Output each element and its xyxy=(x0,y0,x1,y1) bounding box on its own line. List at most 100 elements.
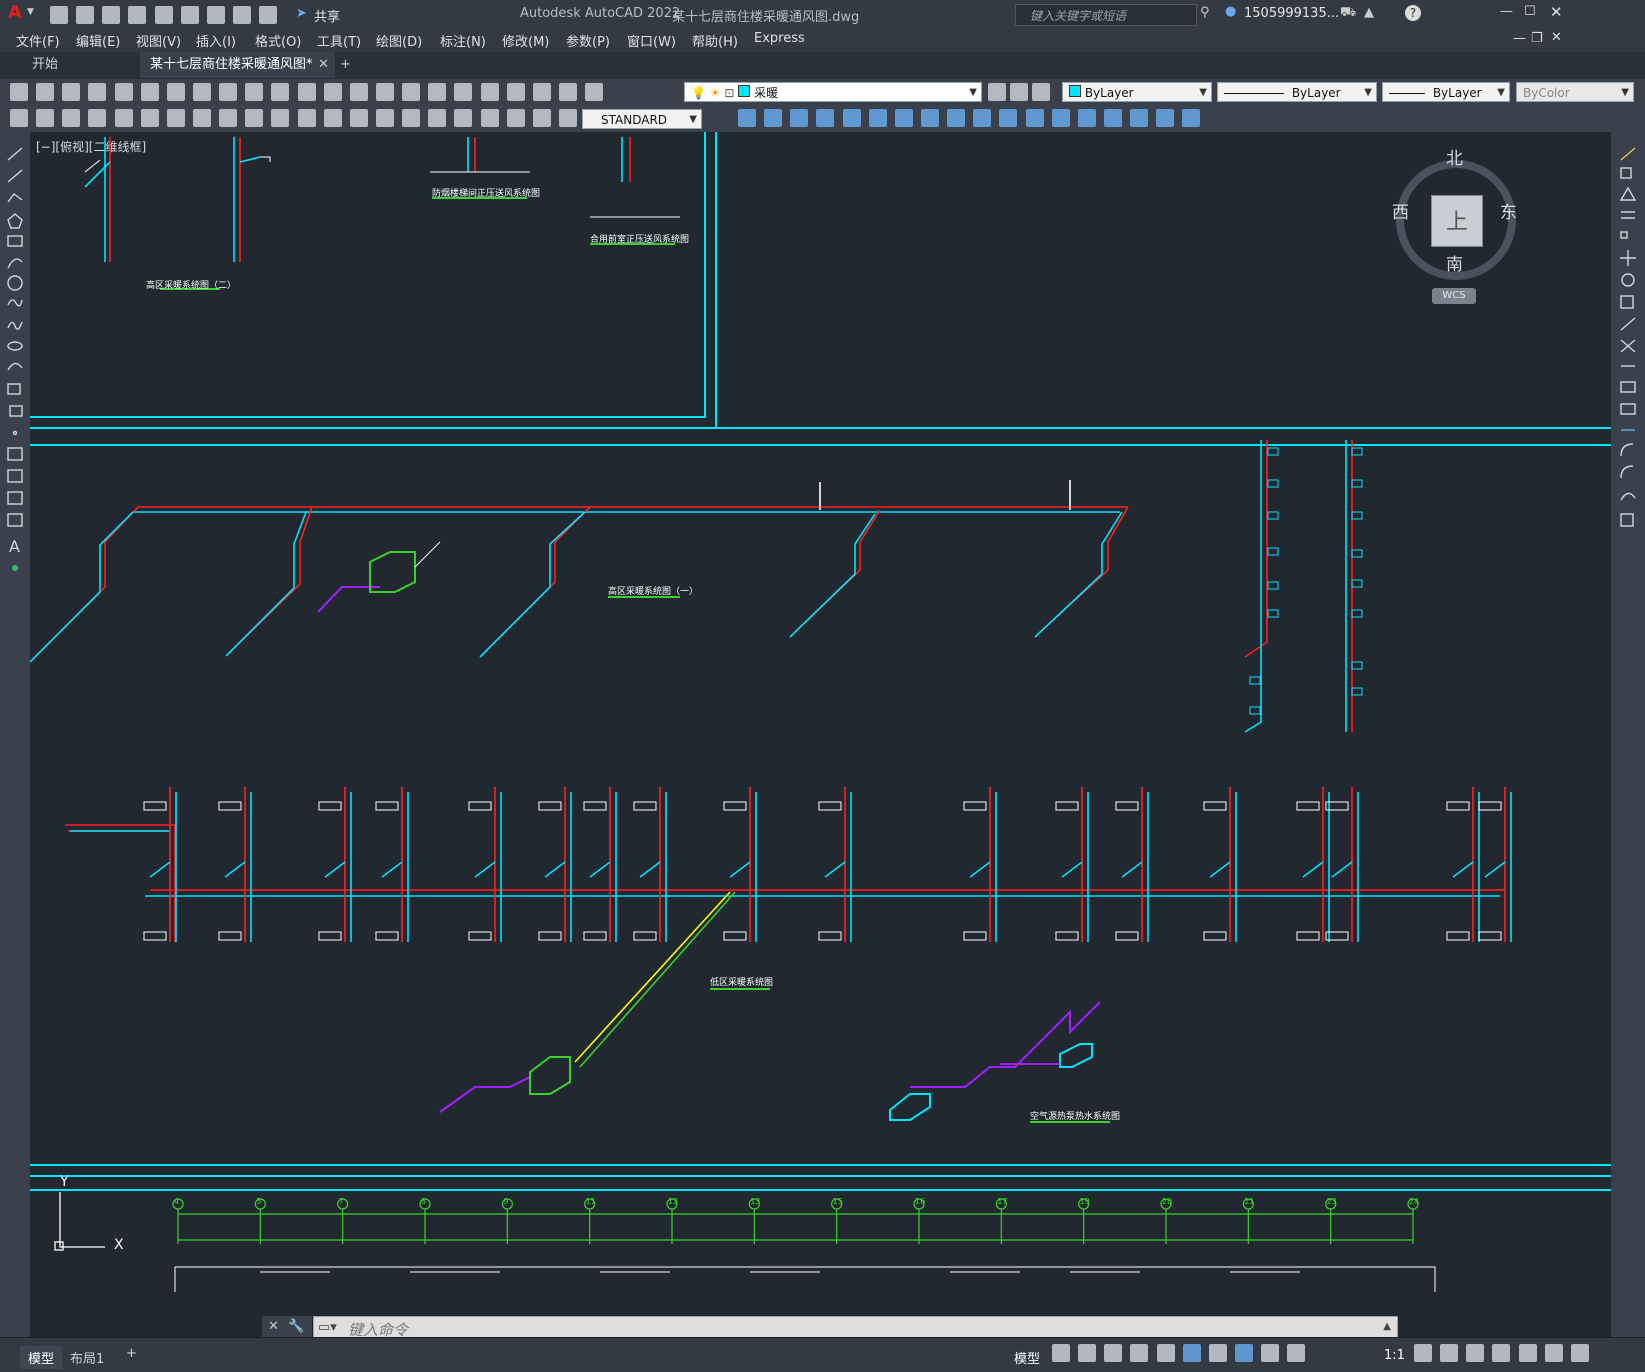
spline-icon[interactable] xyxy=(7,321,23,330)
chamfer-icon[interactable] xyxy=(1620,443,1634,457)
print-preview-icon[interactable] xyxy=(114,83,133,101)
new-icon[interactable] xyxy=(50,6,68,24)
new-tab-icon[interactable]: + xyxy=(330,52,361,78)
region-icon[interactable] xyxy=(7,491,23,505)
zoom-realtime-icon[interactable] xyxy=(349,83,368,101)
model-space-button[interactable]: 模型 xyxy=(1014,1348,1040,1367)
polygon-icon[interactable] xyxy=(7,213,23,229)
tab-drawing[interactable]: 某十七层商住楼采暖通风图* ✕ xyxy=(140,52,335,78)
hatch-icon[interactable] xyxy=(7,447,23,461)
save-as-icon[interactable] xyxy=(128,6,147,24)
extrude-icon[interactable] xyxy=(920,109,939,127)
break-icon[interactable] xyxy=(1620,403,1636,415)
zoom-previous-icon[interactable] xyxy=(402,83,421,101)
box-icon[interactable] xyxy=(738,109,756,127)
layer-walk-icon[interactable] xyxy=(62,109,81,127)
construction-line-icon[interactable] xyxy=(7,169,23,183)
layer-tool-icon[interactable] xyxy=(36,109,55,127)
command-icon[interactable]: ▭▾ xyxy=(318,1320,337,1335)
doc-minimize-icon[interactable]: — xyxy=(1513,31,1526,46)
minimize-icon[interactable]: — xyxy=(1500,4,1513,19)
compass-south[interactable]: 南 xyxy=(1446,250,1463,275)
annotation-scale-icon[interactable] xyxy=(1234,1344,1253,1362)
rotate-icon[interactable] xyxy=(1621,273,1635,287)
compass-east[interactable]: 东 xyxy=(1500,198,1517,223)
lock-icon[interactable]: ⊡ xyxy=(724,86,734,100)
table-icon[interactable] xyxy=(7,513,23,527)
close-command-icon[interactable]: ✕ xyxy=(268,1319,279,1334)
sweep-icon[interactable] xyxy=(999,109,1018,127)
circle-icon[interactable] xyxy=(7,275,23,291)
auto-scale-icon[interactable] xyxy=(1287,1344,1306,1362)
calculator-icon[interactable] xyxy=(532,83,551,101)
insert-block-icon[interactable] xyxy=(7,383,21,395)
layer-dropdown[interactable]: 💡 ☀ ⊡ 采暖 ▼ xyxy=(684,82,982,102)
chevron-down-icon[interactable]: ▼ xyxy=(969,83,977,103)
plotstyle-dropdown[interactable]: ByColor ▼ xyxy=(1516,82,1634,102)
open-file-icon[interactable] xyxy=(36,83,55,101)
explode-icon[interactable] xyxy=(1620,513,1634,527)
lineweight-dropdown[interactable]: ByLayer ▼ xyxy=(1382,82,1510,102)
autocad-logo[interactable]: A xyxy=(8,4,26,22)
isodraft-icon[interactable] xyxy=(1156,1344,1175,1362)
linetype-dropdown[interactable]: ByLayer ▼ xyxy=(1217,82,1377,102)
menu-draw[interactable]: 绘图(D) xyxy=(376,31,422,50)
move-icon[interactable] xyxy=(1620,250,1636,266)
layout1-tab[interactable]: 布局1 xyxy=(70,1348,104,1367)
ellipse-icon[interactable] xyxy=(7,341,23,351)
dim-edit-icon[interactable] xyxy=(532,109,551,127)
intersect-icon[interactable] xyxy=(1077,109,1096,127)
copy-object-icon[interactable] xyxy=(1620,167,1632,179)
wcs-button[interactable]: WCS xyxy=(1432,288,1476,304)
search-input[interactable]: 键入关键字或短语 xyxy=(1030,7,1126,24)
wedge-icon[interactable] xyxy=(764,109,783,127)
chevron-down-icon[interactable]: ▼ xyxy=(1497,83,1505,103)
cut-icon[interactable] xyxy=(166,83,185,101)
erase-icon[interactable] xyxy=(1620,147,1636,161)
plus-icon[interactable] xyxy=(1466,1344,1485,1362)
share-button[interactable]: 共享 xyxy=(314,6,340,25)
menu-tools[interactable]: 工具(T) xyxy=(317,31,361,50)
workspace-switch-icon[interactable] xyxy=(1440,1344,1459,1362)
user-icon[interactable]: ● xyxy=(1225,4,1236,19)
quick-dim-icon[interactable] xyxy=(297,109,316,127)
point-icon[interactable] xyxy=(12,430,18,436)
paste-icon[interactable] xyxy=(219,83,238,101)
3d-rotate-icon[interactable] xyxy=(1156,109,1175,127)
chevron-down-icon[interactable]: ▼ xyxy=(1199,83,1207,103)
menu-modify[interactable]: 修改(M) xyxy=(502,31,549,50)
help-icon[interactable]: ? xyxy=(1405,5,1421,21)
polar-icon[interactable] xyxy=(1130,1344,1149,1362)
properties-icon[interactable] xyxy=(428,83,447,101)
search-field[interactable]: 键入关键字或短语 xyxy=(1015,4,1197,26)
3d-align-icon[interactable] xyxy=(1182,109,1201,127)
subtract-icon[interactable] xyxy=(1051,109,1070,127)
baseline-dim-icon[interactable] xyxy=(323,109,342,127)
menu-format[interactable]: 格式(O) xyxy=(255,31,301,50)
torus-icon[interactable] xyxy=(868,109,887,127)
tab-close-icon[interactable]: ✕ xyxy=(318,52,329,78)
blend-icon[interactable] xyxy=(1620,492,1636,501)
loft-icon[interactable] xyxy=(973,109,992,127)
menu-express[interactable]: Express xyxy=(754,31,805,46)
user-name[interactable]: 1505999135... xyxy=(1244,6,1339,21)
menu-parametric[interactable]: 参数(P) xyxy=(566,31,610,50)
menu-window[interactable]: 窗口(W) xyxy=(627,31,676,50)
design-center-icon[interactable] xyxy=(454,83,473,101)
menu-file[interactable]: 文件(F) xyxy=(16,31,60,50)
fillet-icon[interactable] xyxy=(1620,465,1634,479)
isolate-objects-icon[interactable] xyxy=(1492,1344,1511,1362)
dim-space-icon[interactable] xyxy=(375,109,394,127)
layer-states-icon[interactable] xyxy=(1032,83,1050,101)
jogged-dim-icon[interactable] xyxy=(219,109,238,127)
pyramid-icon[interactable] xyxy=(894,109,913,127)
pan-icon[interactable] xyxy=(323,83,342,101)
inspection-icon[interactable] xyxy=(480,109,499,127)
add-selected-icon[interactable] xyxy=(12,565,18,571)
chevron-down-icon[interactable]: ▼ xyxy=(1364,83,1372,103)
clean-screen-icon[interactable] xyxy=(1544,1344,1563,1362)
menu-edit[interactable]: 编辑(E) xyxy=(76,31,120,50)
stretch-icon[interactable] xyxy=(1620,317,1636,331)
menu-dimension[interactable]: 标注(N) xyxy=(440,31,486,50)
lineweight-toggle-icon[interactable] xyxy=(1208,1344,1227,1362)
